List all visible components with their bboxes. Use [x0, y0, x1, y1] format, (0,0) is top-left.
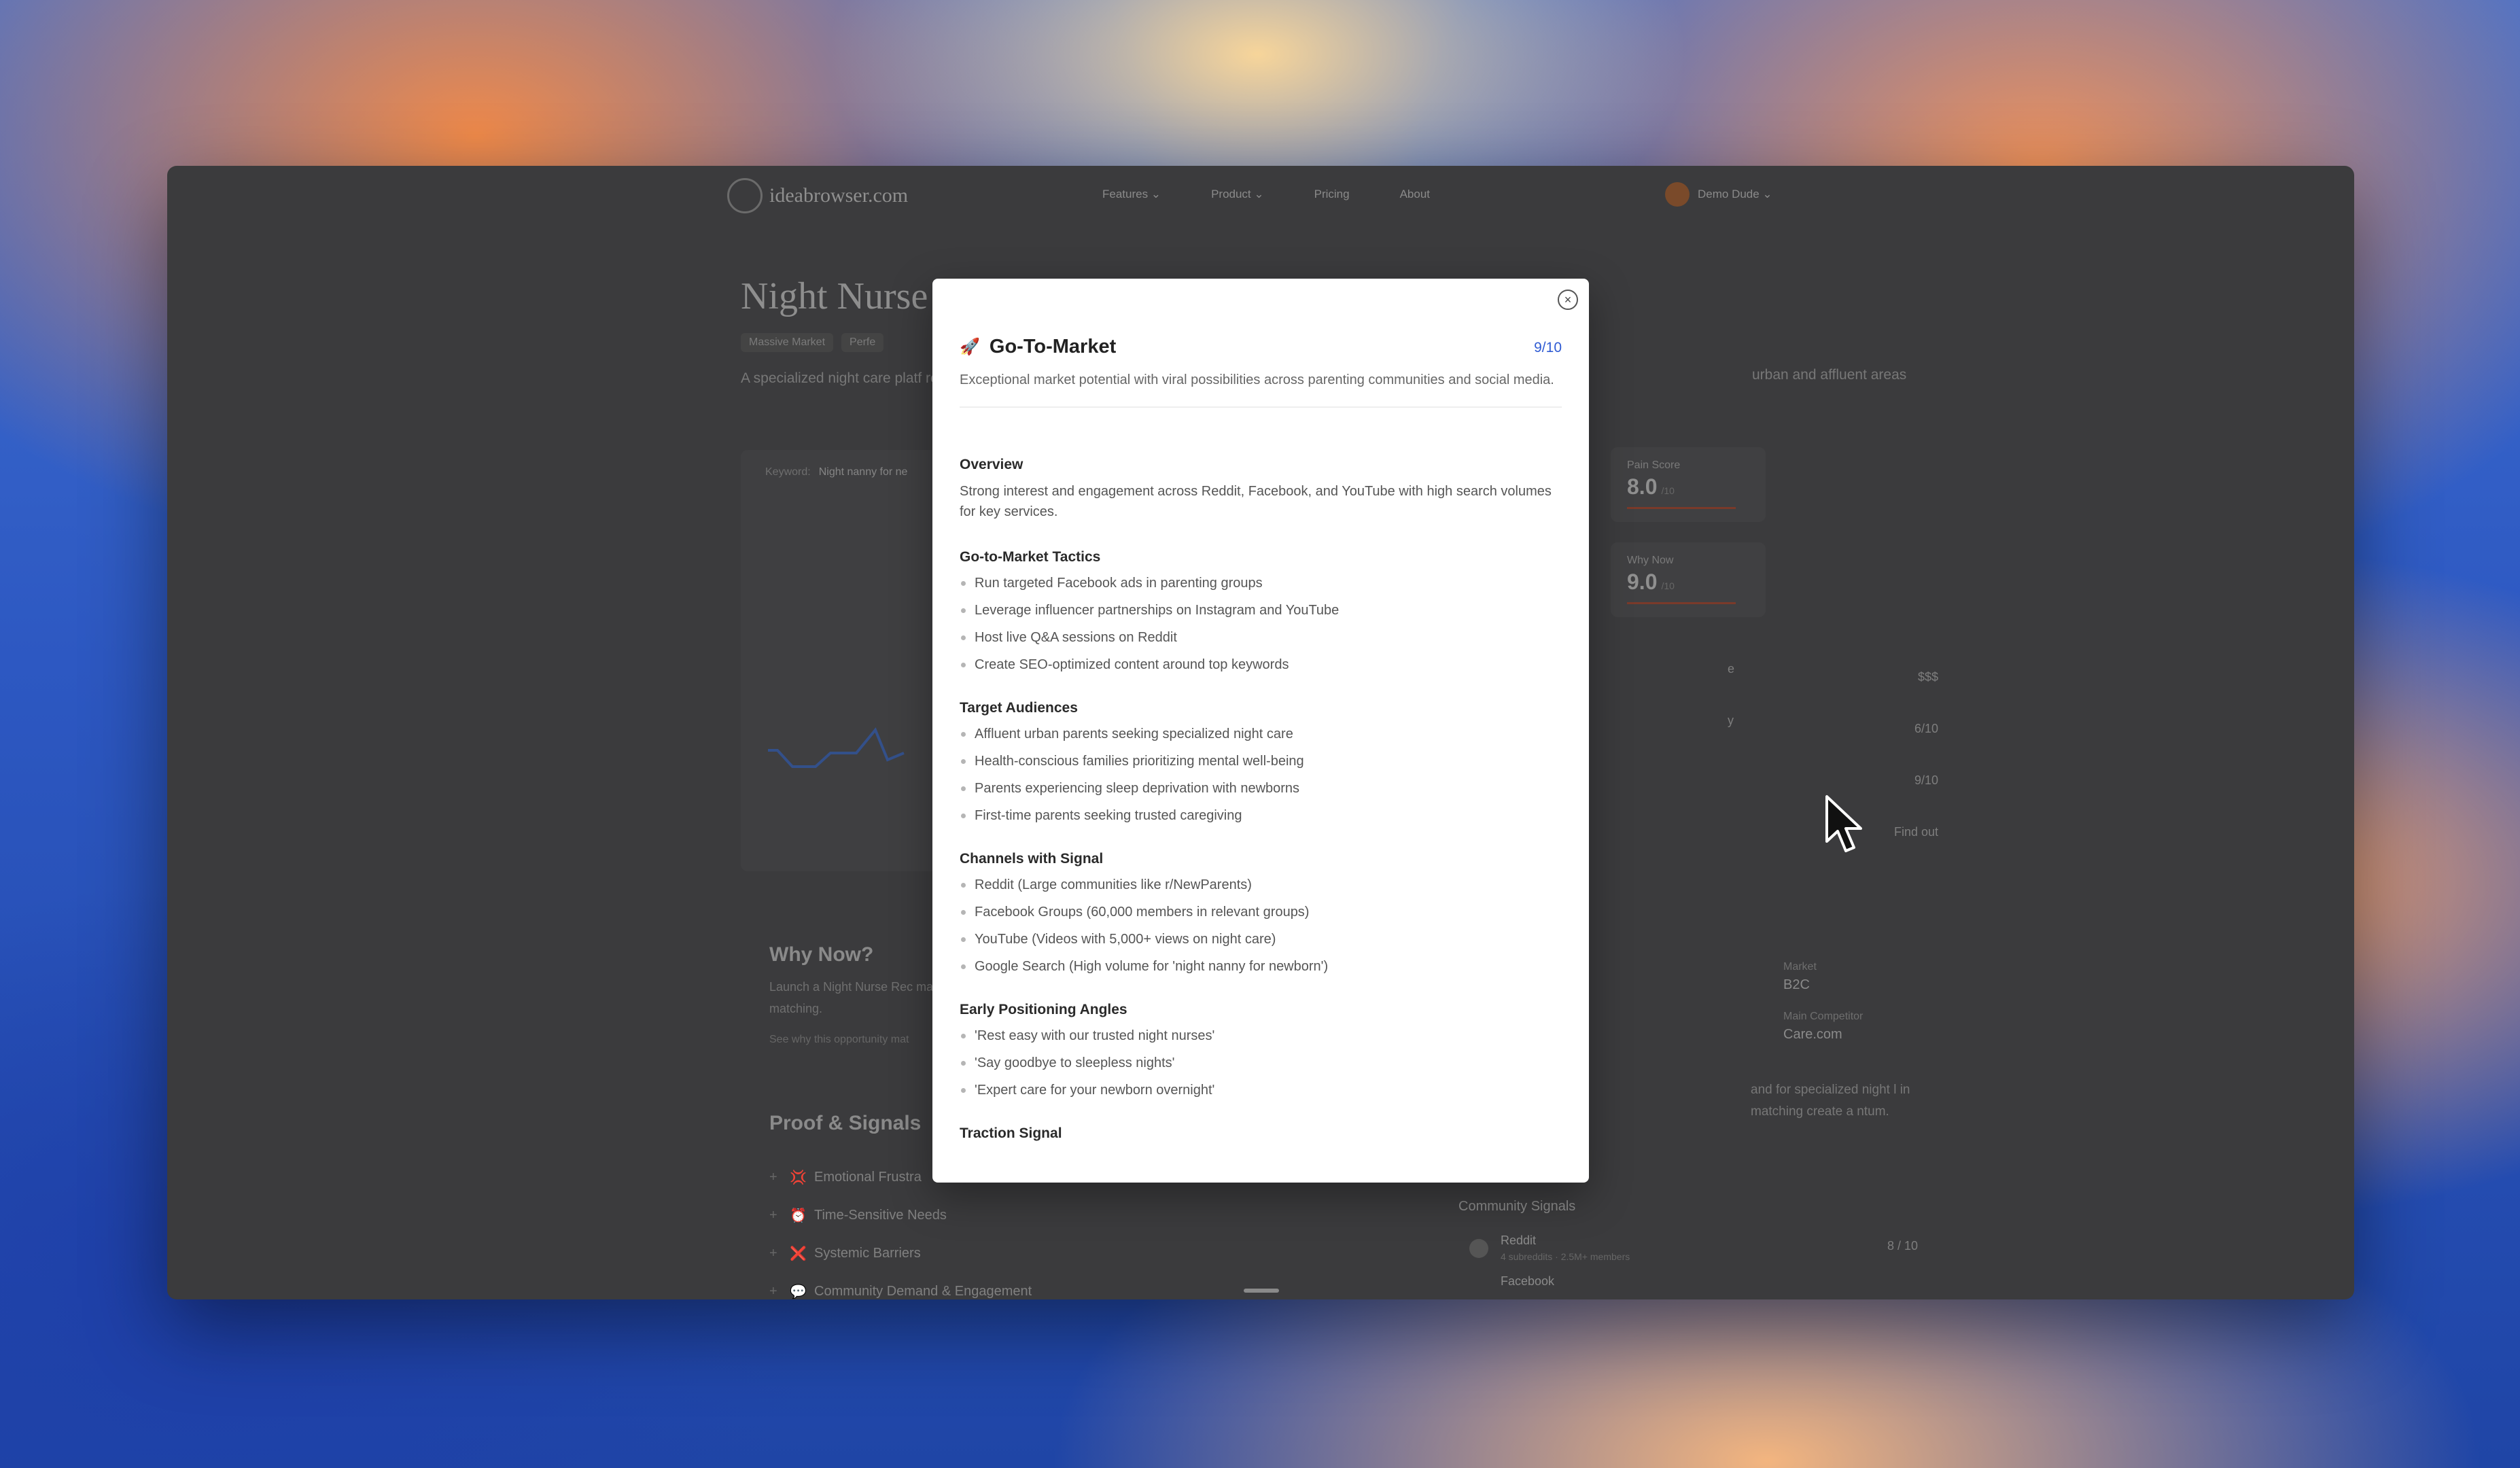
- plus-icon: +: [769, 1207, 777, 1223]
- go-to-market-modal: × 🚀 Go-To-Market 9/10 Exceptional market…: [932, 279, 1589, 1183]
- divider: [960, 406, 1562, 408]
- modal-subtitle: Exceptional market potential with viral …: [960, 372, 1554, 387]
- community-signals: Community Signals Reddit 4 subreddits · …: [1458, 1199, 1948, 1299]
- market-summary: and for specialized night l in matching …: [1751, 1083, 1910, 1119]
- proof-item-barriers[interactable]: + ❌ Systemic Barriers: [769, 1234, 1032, 1272]
- nav-about[interactable]: About: [1400, 188, 1430, 201]
- list-item: 'Rest easy with our trusted night nurses…: [960, 1026, 1562, 1053]
- cross-icon: ❌: [790, 1246, 807, 1261]
- pain-score-bar: [1627, 507, 1736, 509]
- logo-icon: [727, 178, 763, 213]
- why-now-value: 9.0/10: [1627, 570, 1675, 594]
- modal-header: 🚀 Go-To-Market 9/10 Exceptional market p…: [960, 333, 1562, 408]
- plus-icon: +: [769, 1283, 777, 1299]
- list-item: 'Say goodbye to sleepless nights': [960, 1053, 1562, 1081]
- list-item: y 6/10: [1728, 714, 1938, 735]
- badge-market: Massive Market: [741, 333, 834, 352]
- nav-pricing[interactable]: Pricing: [1314, 188, 1350, 201]
- list-item: First-time parents seeking trusted careg…: [960, 806, 1562, 833]
- page-description-right: urban and affluent areas: [1752, 367, 1907, 383]
- scroll-handle[interactable]: [1244, 1289, 1279, 1293]
- reddit-icon: [1469, 1239, 1488, 1258]
- list-item: Health-conscious families prioritizing m…: [960, 752, 1562, 779]
- user-menu[interactable]: Demo Dude ⌄: [1665, 182, 1772, 207]
- community-row-facebook[interactable]: Facebook: [1458, 1274, 1948, 1299]
- overview-title: Overview: [960, 457, 1023, 472]
- plus-icon: +: [769, 1169, 777, 1185]
- list-item: Facebook Groups (60,000 members in relev…: [960, 903, 1562, 930]
- overview-section: Overview Strong interest and engagement …: [960, 457, 1562, 522]
- close-button[interactable]: ×: [1558, 290, 1578, 310]
- trend-line: [768, 727, 905, 768]
- list-item: Run targeted Facebook ads in parenting g…: [960, 574, 1562, 601]
- list-item: e $$$: [1728, 662, 1938, 684]
- modal-title: Go-To-Market: [989, 335, 1117, 357]
- modal-body: Overview Strong interest and engagement …: [960, 457, 1562, 1169]
- why-now-bar: [1627, 602, 1736, 604]
- list-item: Parents experiencing sleep deprivation w…: [960, 779, 1562, 806]
- frustration-icon: 💢: [790, 1170, 807, 1185]
- logo-text: ideabrowser.com: [769, 184, 909, 207]
- competitor-label: Main Competitor: [1783, 1011, 1863, 1022]
- chat-icon: 💬: [790, 1284, 807, 1299]
- list-item: Create SEO-optimized content around top …: [960, 655, 1562, 682]
- rocket-icon: 🚀: [960, 337, 980, 356]
- close-icon: ×: [1564, 293, 1572, 307]
- pain-score-card: Pain Score 8.0/10: [1611, 447, 1766, 522]
- channels-section: Channels with Signal Reddit (Large commu…: [960, 851, 1562, 984]
- audiences-section: Target Audiences Affluent urban parents …: [960, 700, 1562, 833]
- clock-icon: ⏰: [790, 1208, 807, 1223]
- list-item: Affluent urban parents seeking specializ…: [960, 724, 1562, 752]
- tactics-section: Go-to-Market Tactics Run targeted Facebo…: [960, 549, 1562, 682]
- list-item: Leverage influencer partnerships on Inst…: [960, 601, 1562, 628]
- pain-score-value: 8.0/10: [1627, 474, 1675, 499]
- list-item: Host live Q&A sessions on Reddit: [960, 628, 1562, 655]
- logo[interactable]: ideabrowser.com: [727, 178, 908, 213]
- chart-keyword-label: Keyword:: [765, 466, 811, 478]
- list-item: YouTube (Videos with 5,000+ views on nig…: [960, 930, 1562, 957]
- avatar: [1665, 182, 1690, 207]
- pain-score-label: Pain Score: [1627, 459, 1681, 471]
- market-value: B2C: [1783, 977, 1810, 992]
- overview-text: Strong interest and engagement across Re…: [960, 484, 1552, 519]
- modal-score: 9/10: [1534, 340, 1562, 355]
- chart-keyword-value: Night nanny for ne: [818, 466, 908, 478]
- positioning-section: Early Positioning Angles 'Rest easy with…: [960, 1002, 1562, 1108]
- market-info: Market B2C Main Competitor Care.com: [1616, 961, 1863, 1043]
- why-now-heading: Why Now?: [769, 943, 874, 966]
- badges: Massive Market Perfe: [741, 333, 884, 352]
- why-now-label: Why Now: [1627, 555, 1674, 566]
- community-row-reddit[interactable]: Reddit 4 subreddits · 2.5M+ members 8 / …: [1458, 1234, 1948, 1268]
- proof-item-community[interactable]: + 💬 Community Demand & Engagement: [769, 1272, 1032, 1299]
- nav-features[interactable]: Features ⌄: [1102, 188, 1161, 201]
- list-item: 'Expert care for your newborn overnight': [960, 1081, 1562, 1108]
- chart-keyword: Keyword: Night nanny for ne: [765, 466, 907, 478]
- top-nav: ideabrowser.com Features ⌄ Product ⌄ Pri…: [167, 166, 2354, 220]
- user-name: Demo Dude ⌄: [1698, 188, 1772, 200]
- badge-perfect: Perfe: [841, 333, 884, 352]
- mouse-cursor-icon: [1825, 795, 1862, 852]
- proof-heading: Proof & Signals: [769, 1112, 922, 1134]
- market-label: Market: [1783, 961, 1817, 973]
- plus-icon: +: [769, 1245, 777, 1261]
- competitor-value: Care.com: [1783, 1027, 1842, 1042]
- community-title: Community Signals: [1458, 1199, 1576, 1214]
- proof-item-time[interactable]: + ⏰ Time-Sensitive Needs: [769, 1196, 1032, 1234]
- list-item: Google Search (High volume for 'night na…: [960, 957, 1562, 984]
- nav-links: Features ⌄ Product ⌄ Pricing About: [1102, 188, 1480, 201]
- list-item: Reddit (Large communities like r/NewPare…: [960, 875, 1562, 903]
- traction-section: Traction Signal: [960, 1125, 1062, 1141]
- why-now-card: Why Now 9.0/10: [1611, 542, 1766, 617]
- nav-product[interactable]: Product ⌄: [1211, 188, 1264, 201]
